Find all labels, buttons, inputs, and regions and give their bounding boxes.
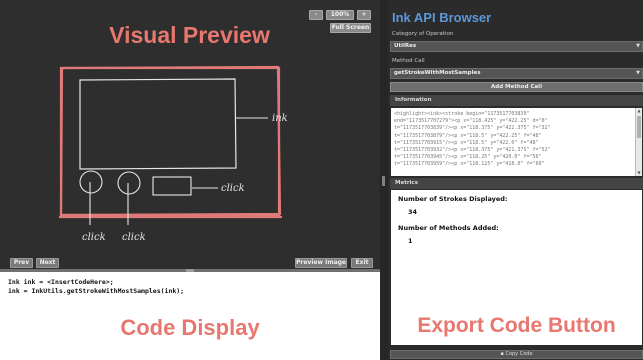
scroll-thumb[interactable]	[637, 116, 641, 138]
metrics-panel: Number of Strokes Displayed: 34 Number o…	[391, 190, 642, 345]
category-select[interactable]: UtilRes ▼	[390, 41, 643, 52]
method-select[interactable]: getStrokeWithMostSamples ▼	[390, 68, 643, 79]
exit-button[interactable]: Exit	[351, 258, 373, 268]
information-textarea[interactable]: <highlight><ink><stroke begin="117351770…	[391, 108, 635, 176]
export-code-title: Export Code Button	[417, 314, 616, 337]
full-screen-button[interactable]: Full Screen	[330, 23, 371, 33]
next-button[interactable]: Next	[36, 258, 59, 268]
sketch-circle-2	[117, 171, 141, 195]
visual-preview-panel: Visual Preview - 100% + Full Screen ink …	[0, 0, 379, 270]
visual-preview-title: Visual Preview	[109, 22, 270, 48]
strokes-displayed-value: 34	[408, 208, 418, 216]
code-display-panel: Ink ink = <InsertCodeHere>; ink = InkUti…	[0, 272, 380, 360]
splitter-handle-icon[interactable]	[382, 176, 385, 186]
scroll-down-icon[interactable]: ▼	[636, 170, 642, 176]
info-line: t="1173517703879"/><p x="118.5" y="422.2…	[394, 132, 542, 139]
sketch-circle-1	[79, 170, 103, 194]
zoom-level-display: 100%	[326, 10, 354, 20]
zoom-out-button[interactable]: -	[309, 10, 323, 20]
info-line: t="1173517703959"/><p x="118.125" y="418…	[394, 161, 545, 168]
sketch-screen	[79, 78, 237, 170]
ink-api-browser-panel: Ink API Browser Category of Operation Ut…	[388, 0, 643, 360]
scroll-up-icon[interactable]: ▲	[636, 108, 642, 114]
prev-button[interactable]: Prev	[10, 258, 33, 268]
information-scrollbar[interactable]: ▲ ▼	[635, 108, 642, 176]
ink-sketch: ink click click click	[59, 65, 288, 243]
methods-added-value: 1	[408, 237, 413, 245]
code-line-1: Ink ink = <InsertCodeHere>;	[8, 278, 114, 286]
metrics-header: Metrics	[390, 178, 643, 189]
sketch-click-label-2: click	[122, 232, 146, 243]
sketch-ink-label: ink	[272, 113, 288, 124]
method-select-value: getStrokeWithMostSamples	[394, 70, 481, 76]
info-line: t="1173517703932"/><p x="118.375" y="421…	[394, 147, 551, 154]
category-select-value: UtilRes	[394, 43, 417, 49]
info-line: end="1173517707279"><p x="118.425" y="42…	[394, 118, 548, 125]
zoom-in-button[interactable]: +	[357, 10, 371, 20]
info-line: t="1173517703915"/><p x="118.5" y="422.0…	[394, 139, 539, 146]
app-window: Visual Preview - 100% + Full Screen ink …	[0, 0, 643, 360]
methods-added-label: Number of Methods Added:	[398, 224, 499, 232]
method-label: Method Call	[392, 58, 425, 64]
sketch-small-rect	[152, 176, 192, 196]
strokes-displayed-label: Number of Strokes Displayed:	[398, 195, 508, 203]
info-line: t="1173517703839"/><p x="118.375" y="422…	[394, 125, 551, 132]
copy-code-button[interactable]: ▪ Copy Code	[390, 350, 643, 359]
copy-code-label: Copy Code	[505, 351, 533, 357]
preview-image-button[interactable]: Preview Image	[295, 258, 347, 268]
chevron-down-icon: ▼	[636, 70, 640, 76]
add-method-call-button[interactable]: Add Method Call	[390, 82, 643, 92]
sketch-click-label-3: click	[221, 183, 245, 194]
info-line: t="1173517703945"/><p x="118.25" y="420.…	[394, 154, 542, 161]
code-line-2: ink = InkUtils.getStrokeWithMostSamples(…	[8, 287, 185, 295]
sketch-click-label-1: click	[82, 232, 106, 243]
category-label: Category of Operation	[392, 31, 454, 37]
information-header: Information	[390, 95, 643, 106]
code-display-title: Code Display	[120, 315, 260, 340]
browser-title: Ink API Browser	[392, 10, 492, 25]
chevron-down-icon: ▼	[636, 43, 640, 49]
info-line: <highlight><ink><stroke begin="117351770…	[394, 111, 530, 117]
